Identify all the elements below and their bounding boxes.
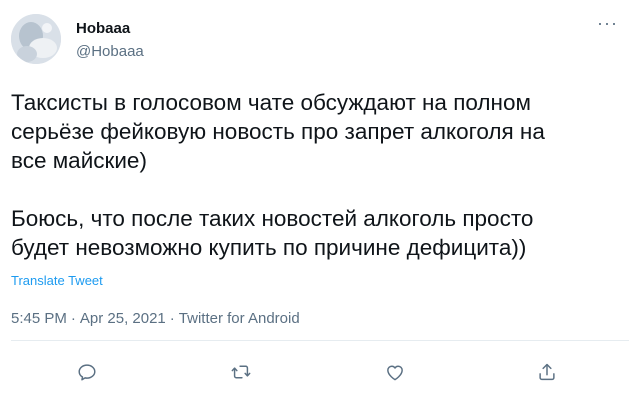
tweet-paragraph: Боюсь, что после таких новостей алкоголь… <box>11 206 534 260</box>
meta-separator: · <box>70 310 76 327</box>
tweet: Нobaaa @Hobaaa ··· Таксисты в голосовом … <box>0 0 640 405</box>
heart-icon <box>387 365 403 381</box>
display-name[interactable]: Нobaaa <box>76 20 130 37</box>
reply-icon <box>78 364 96 381</box>
tweet-paragraph: Таксисты в голосовом чате обсуждают на п… <box>11 90 545 173</box>
tweet-time[interactable]: 5:45 PM <box>11 310 67 327</box>
tweet-date[interactable]: Apr 25, 2021 <box>80 310 166 327</box>
share-icon <box>539 363 555 381</box>
tweet-source[interactable]: Twitter for Android <box>179 310 300 327</box>
share-button[interactable] <box>532 357 562 387</box>
translate-tweet-link[interactable]: Translate Tweet <box>11 273 103 288</box>
user-handle[interactable]: @Hobaaa <box>76 43 144 60</box>
reply-button[interactable] <box>72 357 102 387</box>
retweet-icon <box>231 365 251 379</box>
action-bar <box>0 357 640 387</box>
meta-separator: · <box>169 310 175 327</box>
tweet-text: Таксисты в голосовом чате обсуждают на п… <box>11 88 621 262</box>
like-button[interactable] <box>380 357 410 387</box>
avatar[interactable] <box>11 14 61 64</box>
tweet-meta: 5:45 PM · Apr 25, 2021 · Twitter for Android <box>11 310 300 327</box>
more-icon[interactable]: ··· <box>597 14 618 32</box>
divider <box>11 340 629 341</box>
retweet-button[interactable] <box>226 357 256 387</box>
